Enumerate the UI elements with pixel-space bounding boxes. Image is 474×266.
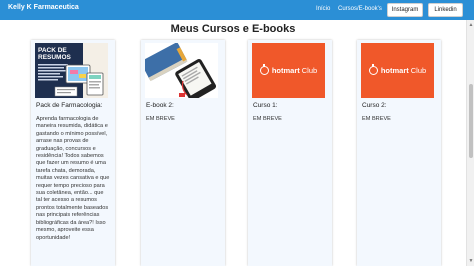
hotmart-club-logo[interactable]: hotmart Club [252,43,325,98]
card-status: EM BREVE [253,116,282,122]
hotmart-flame-icon [368,64,378,75]
scroll-up-arrow-icon[interactable]: ▲ [468,22,474,28]
nav-link-inicio[interactable]: Início [316,6,330,12]
card-status: EM BREVE [362,116,391,122]
scroll-down-arrow-icon[interactable]: ▼ [468,258,474,264]
hotmart-logo-club: Club [301,66,318,75]
brand-logo-text[interactable]: Kelly K Farmaceutica [8,4,79,11]
course-card-ebook-2[interactable]: E-book 2: EM BREVE [141,40,225,266]
hotmart-logo-word: hotmart [271,66,300,75]
instagram-button[interactable]: Instagram [387,3,423,17]
course-card-curso-2[interactable]: hotmart Club Curso 2: EM BREVE [357,40,441,266]
card-title: Curso 1: [253,102,278,109]
page-scrollbar[interactable]: ▲ ▼ [466,20,474,266]
card-status: EM BREVE [146,116,175,122]
course-card-curso-1[interactable]: hotmart Club Curso 1: EM BREVE [248,40,332,266]
cover-title-line-1: PACK DE [38,47,67,54]
card-title: Curso 2: [362,102,387,109]
card-title: Pack de Farmacologia: [36,102,103,109]
course-card-pack-farmacologia[interactable]: PACK DE RESUMOS Pack de Farmacologia: Ap… [31,40,115,266]
hotmart-club-logo[interactable]: hotmart Club [361,43,434,98]
ebook-reader-image[interactable] [145,43,218,98]
pack-resumos-cover-image[interactable]: PACK DE RESUMOS [35,43,108,98]
nav-link-cursos[interactable]: Cursos/E-book's [338,6,382,12]
hotmart-logo-word: hotmart [380,66,409,75]
card-title: E-book 2: [146,102,174,109]
hotmart-flame-icon [259,64,269,75]
cover-title-line-2: RESUMOS [38,54,72,61]
hotmart-logo-club: Club [410,66,427,75]
card-description: Aprenda farmacologia de maneira resumida… [36,116,110,241]
page-title: Meus Cursos e E-books [170,23,296,35]
navbar: Kelly K Farmaceutica Início Cursos/E-boo… [0,0,474,20]
scrollbar-thumb[interactable] [469,84,473,158]
linkedin-button[interactable]: Linkedin [428,3,463,17]
